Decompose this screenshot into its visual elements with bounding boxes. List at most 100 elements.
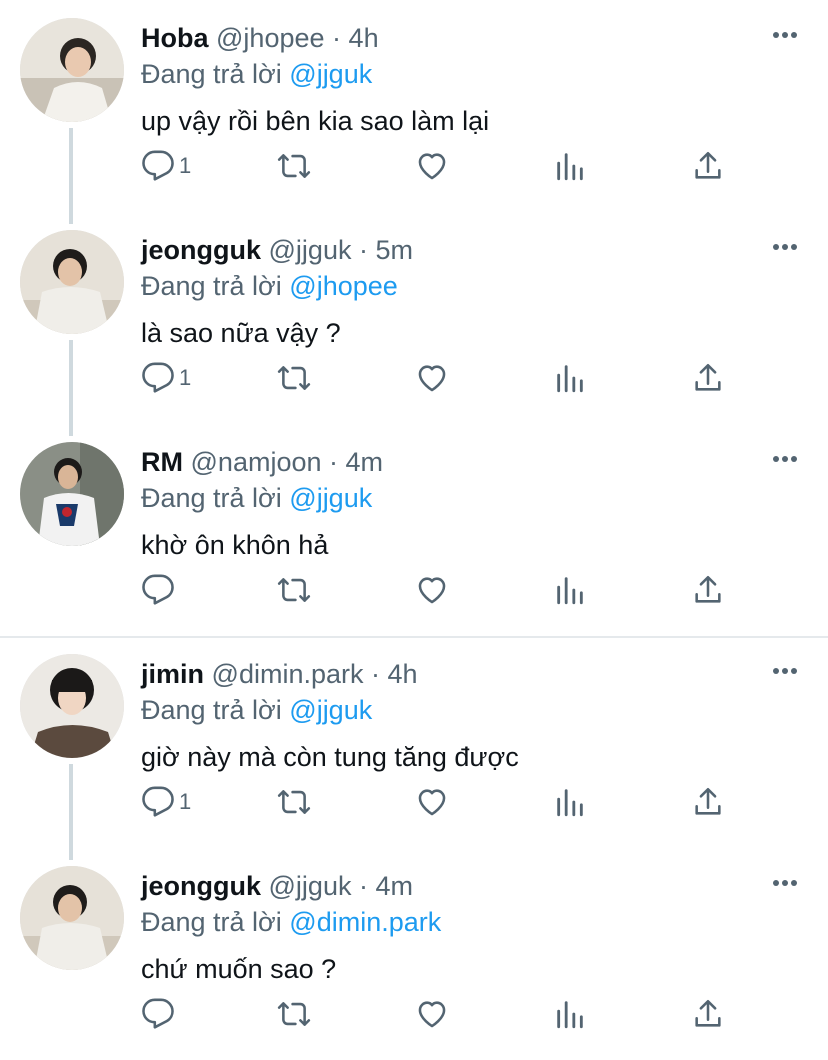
like-button[interactable]: [415, 994, 449, 1034]
replying-to: Đang trả lời @jjguk: [141, 58, 372, 90]
user-handle[interactable]: @dimin.park: [212, 659, 364, 689]
tweet-actions: 1: [141, 146, 731, 186]
retweet-icon: [277, 578, 311, 602]
reply-count: 1: [179, 789, 192, 814]
avatar[interactable]: [20, 18, 124, 122]
display-name[interactable]: jimin: [141, 659, 204, 689]
share-button[interactable]: [691, 994, 725, 1034]
reply-button[interactable]: 1: [141, 358, 191, 398]
retweet-icon: [277, 366, 311, 390]
display-name[interactable]: jeongguk: [141, 871, 261, 901]
tweet[interactable]: jeongguk @jjguk · 5m Đang trả lời @jhope…: [0, 212, 828, 436]
more-icon: [773, 668, 797, 674]
tweet-header: RM @namjoon · 4m: [141, 446, 383, 478]
share-button[interactable]: [691, 358, 725, 398]
display-name[interactable]: jeongguk: [141, 235, 261, 265]
avatar[interactable]: [20, 866, 124, 970]
timestamp[interactable]: 4h: [388, 659, 418, 689]
replying-to-label: Đang trả lời: [141, 59, 282, 89]
reply-button[interactable]: 1: [141, 146, 191, 186]
tweet-header: Hoba @jhopee · 4h: [141, 22, 379, 54]
timestamp[interactable]: 4h: [349, 23, 379, 53]
more-icon: [773, 456, 797, 462]
avatar[interactable]: [20, 654, 124, 758]
share-button[interactable]: [691, 782, 725, 822]
replying-to-label: Đang trả lời: [141, 483, 282, 513]
share-icon: [695, 363, 721, 391]
retweet-button[interactable]: [277, 570, 311, 610]
more-button[interactable]: [770, 444, 800, 474]
replying-to-label: Đang trả lời: [141, 695, 282, 725]
share-icon: [695, 151, 721, 179]
separator-dot: ·: [358, 871, 368, 901]
views-button[interactable]: [553, 146, 587, 186]
retweet-button[interactable]: [277, 146, 311, 186]
tweet[interactable]: jeongguk @jjguk · 4m Đang trả lời @dimin…: [0, 848, 828, 1060]
tweet[interactable]: Hoba @jhopee · 4h Đang trả lời @jjguk up…: [0, 0, 828, 224]
tweet-text: chứ muốn sao ?: [141, 954, 337, 984]
reply-icon: [142, 998, 174, 1029]
like-button[interactable]: [415, 146, 449, 186]
like-button[interactable]: [415, 358, 449, 398]
views-button[interactable]: [553, 358, 587, 398]
tweet[interactable]: RM @namjoon · 4m Đang trả lời @jjguk khờ…: [0, 424, 828, 636]
reply-mention-link[interactable]: @dimin.park: [289, 907, 441, 937]
user-handle[interactable]: @jhopee: [216, 23, 325, 53]
user-handle[interactable]: @jjguk: [269, 235, 352, 265]
timestamp[interactable]: 4m: [346, 447, 384, 477]
retweet-button[interactable]: [277, 994, 311, 1034]
views-icon: [557, 365, 583, 393]
like-button[interactable]: [415, 570, 449, 610]
retweet-icon: [277, 790, 311, 814]
views-icon: [557, 1001, 583, 1029]
more-button[interactable]: [770, 656, 800, 686]
thread-line: [69, 128, 73, 224]
replying-to: Đang trả lời @dimin.park: [141, 906, 441, 938]
retweet-button[interactable]: [277, 358, 311, 398]
like-icon: [418, 365, 446, 392]
like-icon: [418, 789, 446, 816]
more-icon: [773, 32, 797, 38]
like-icon: [418, 1001, 446, 1028]
avatar[interactable]: [20, 442, 124, 546]
display-name[interactable]: RM: [141, 447, 183, 477]
like-button[interactable]: [415, 782, 449, 822]
retweet-button[interactable]: [277, 782, 311, 822]
separator-dot: ·: [371, 659, 381, 689]
separator-dot: ·: [358, 235, 368, 265]
share-button[interactable]: [691, 146, 725, 186]
user-handle[interactable]: @jjguk: [269, 871, 352, 901]
replying-to: Đang trả lời @jjguk: [141, 694, 372, 726]
views-button[interactable]: [553, 994, 587, 1034]
reply-mention-link[interactable]: @jjguk: [289, 59, 372, 89]
reply-mention-link[interactable]: @jhopee: [289, 271, 398, 301]
tweet-actions: 1: [141, 782, 731, 822]
more-icon: [773, 880, 797, 886]
tweet[interactable]: jimin @dimin.park · 4h Đang trả lời @jjg…: [0, 636, 828, 860]
share-button[interactable]: [691, 570, 725, 610]
more-button[interactable]: [770, 868, 800, 898]
timestamp[interactable]: 5m: [376, 235, 414, 265]
display-name[interactable]: Hoba: [141, 23, 209, 53]
tweet-actions: 1: [141, 358, 731, 398]
reply-button[interactable]: [141, 994, 179, 1034]
reply-button[interactable]: [141, 570, 179, 610]
views-button[interactable]: [553, 570, 587, 610]
replying-to: Đang trả lời @jhopee: [141, 270, 398, 302]
more-button[interactable]: [770, 20, 800, 50]
views-icon: [557, 577, 583, 605]
tweet-text: giờ này mà còn tung tăng được: [141, 742, 519, 772]
timestamp[interactable]: 4m: [376, 871, 414, 901]
more-icon: [773, 244, 797, 250]
user-handle[interactable]: @namjoon: [191, 447, 322, 477]
reply-mention-link[interactable]: @jjguk: [289, 483, 372, 513]
separator-dot: ·: [332, 23, 342, 53]
reply-icon: [142, 786, 174, 817]
thread-line: [69, 340, 73, 436]
reply-button[interactable]: 1: [141, 782, 191, 822]
tweet-header: jeongguk @jjguk · 5m: [141, 234, 413, 266]
more-button[interactable]: [770, 232, 800, 262]
reply-mention-link[interactable]: @jjguk: [289, 695, 372, 725]
avatar[interactable]: [20, 230, 124, 334]
views-button[interactable]: [553, 782, 587, 822]
